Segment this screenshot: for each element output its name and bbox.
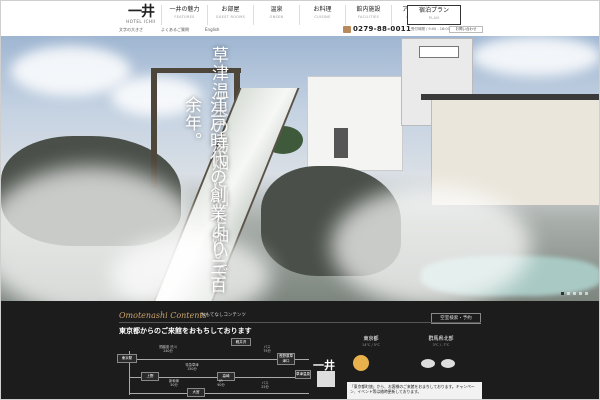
destination-building-icon [317, 371, 335, 387]
weather-tokyo: 東京都 14℃ / 5℃ [341, 335, 401, 347]
route-edge: 関越道 渋川 240分 [159, 345, 177, 353]
weather-temp: 14℃ / 5℃ [362, 343, 380, 347]
nav-sublabel: GUEST ROOMS [215, 15, 246, 19]
weather-place: 東京都 [363, 336, 379, 342]
route-line [129, 393, 309, 394]
english-link[interactable]: English [205, 27, 219, 32]
nav-sublabel: ONSEN [269, 15, 284, 19]
sky-cloud [471, 36, 599, 76]
nav-facilities[interactable]: 館内施設 FACILITIES [345, 5, 391, 25]
route-node-tokyo: 東京駅 [117, 354, 137, 363]
nav-label: 館内施設 [356, 6, 381, 13]
nav-label: 一井の魅力 [169, 6, 200, 13]
route-edge: JR 90分 [217, 379, 225, 387]
access-heading: 東京都からのご来館をおもちしております [119, 326, 252, 335]
route-node-ueno: 上野 [141, 372, 159, 381]
slide-dot[interactable] [561, 292, 564, 295]
slide-dot[interactable] [585, 292, 588, 295]
sun-icon [353, 355, 369, 371]
nav-sublabel: FACILITIES [357, 15, 380, 19]
nav-onsen[interactable]: 温泉 ONSEN [253, 5, 299, 25]
hero-slideshow: 草津温泉の湯畑に刻を紬いで 江戸時代の創業より三百余年。 [1, 36, 599, 301]
route-edge: 特急草津 150分 [185, 363, 199, 371]
nav-sublabel: FEATURES [174, 15, 195, 19]
logo[interactable]: 一井 HOTEL ICHII [121, 5, 161, 27]
tower-sign [419, 46, 459, 58]
cloud-icon [441, 359, 455, 368]
reception-hours: 受付時間 / 9:00 - 18:00 [411, 27, 450, 31]
ryokan-roof [421, 94, 599, 100]
nav-label: お料理 [313, 6, 332, 13]
wooden-frame [151, 68, 157, 188]
section-title-jp: おもてなしコンテンツ [201, 313, 246, 318]
plan-label: 宿泊プラン [418, 7, 449, 14]
slide-indicator [561, 292, 588, 295]
phone-number[interactable]: 0279-88-0011 [353, 25, 411, 33]
weather-place: 群馬県北部 [428, 336, 454, 342]
slide-dot[interactable] [567, 292, 570, 295]
nav-rooms[interactable]: お部屋 GUEST ROOMS [207, 5, 253, 25]
route-edge: バス 75分 [263, 345, 271, 353]
nav-sublabel: CUISINE [314, 15, 331, 19]
slide-dot[interactable] [579, 292, 582, 295]
plan-sublabel: PLAN [428, 16, 440, 20]
stone-lantern [334, 128, 348, 158]
route-node-omiya: 大宮 [187, 388, 205, 397]
plan-button[interactable]: 宿泊プラン PLAN [407, 5, 461, 25]
phone-icon [343, 26, 351, 33]
route-node-naganohara: 長野原草津口 [277, 353, 295, 365]
route-edge: 新幹線 50分 [169, 379, 179, 387]
nav-features[interactable]: 一井の魅力 FEATURES [161, 5, 207, 25]
steam [331, 186, 531, 301]
cloud-icon [421, 359, 435, 368]
nav-label: 温泉 [270, 6, 283, 13]
utility-bar: 文字の大きさ よくあるご質問 English 0279-88-0011 受付時間… [1, 25, 599, 36]
font-size-control[interactable]: 文字の大きさ [119, 27, 143, 33]
contact-button[interactable]: お問い合わせ [449, 26, 483, 33]
hero-copy-line-2: 江戸時代の創業より三百余年。 [181, 96, 226, 294]
weather-temp: 3℃ / -7℃ [432, 343, 450, 347]
hotel-building [307, 76, 403, 171]
nav-label: お部屋 [221, 6, 240, 13]
weather-gunma: 群馬県北部 3℃ / -7℃ [411, 335, 471, 347]
logo-mark: 一井 [128, 4, 155, 20]
route-edge: バス 25分 [261, 381, 269, 389]
logo-sub: HOTEL ICHII [126, 19, 156, 24]
route-node-karuizawa: 軽井沢 [231, 338, 251, 346]
faq-link[interactable]: よくあるご質問 [161, 27, 189, 33]
nav-cuisine[interactable]: お料理 CUISINE [299, 5, 345, 25]
route-node-kusatsu: 草津温泉 [295, 370, 311, 379]
site-header: 一井 HOTEL ICHII 一井の魅力 FEATURES お部屋 GUEST … [1, 1, 599, 36]
section-title-en: Omotenashi Contents [119, 311, 207, 320]
page: 一井 HOTEL ICHII 一井の魅力 FEATURES お部屋 GUEST … [0, 0, 600, 400]
slide-dot[interactable] [573, 292, 576, 295]
omotenashi-section: Omotenashi Contents おもてなしコンテンツ 空室検索・予約 東… [1, 301, 599, 399]
global-nav: 一井の魅力 FEATURES お部屋 GUEST ROOMS 温泉 ONSEN … [161, 5, 437, 25]
news-ticker[interactable]: 「東京都町旅」から、お客様のご来館をおまちしております。キャンペーン、イベント等… [347, 382, 482, 399]
section-divider [119, 322, 481, 323]
